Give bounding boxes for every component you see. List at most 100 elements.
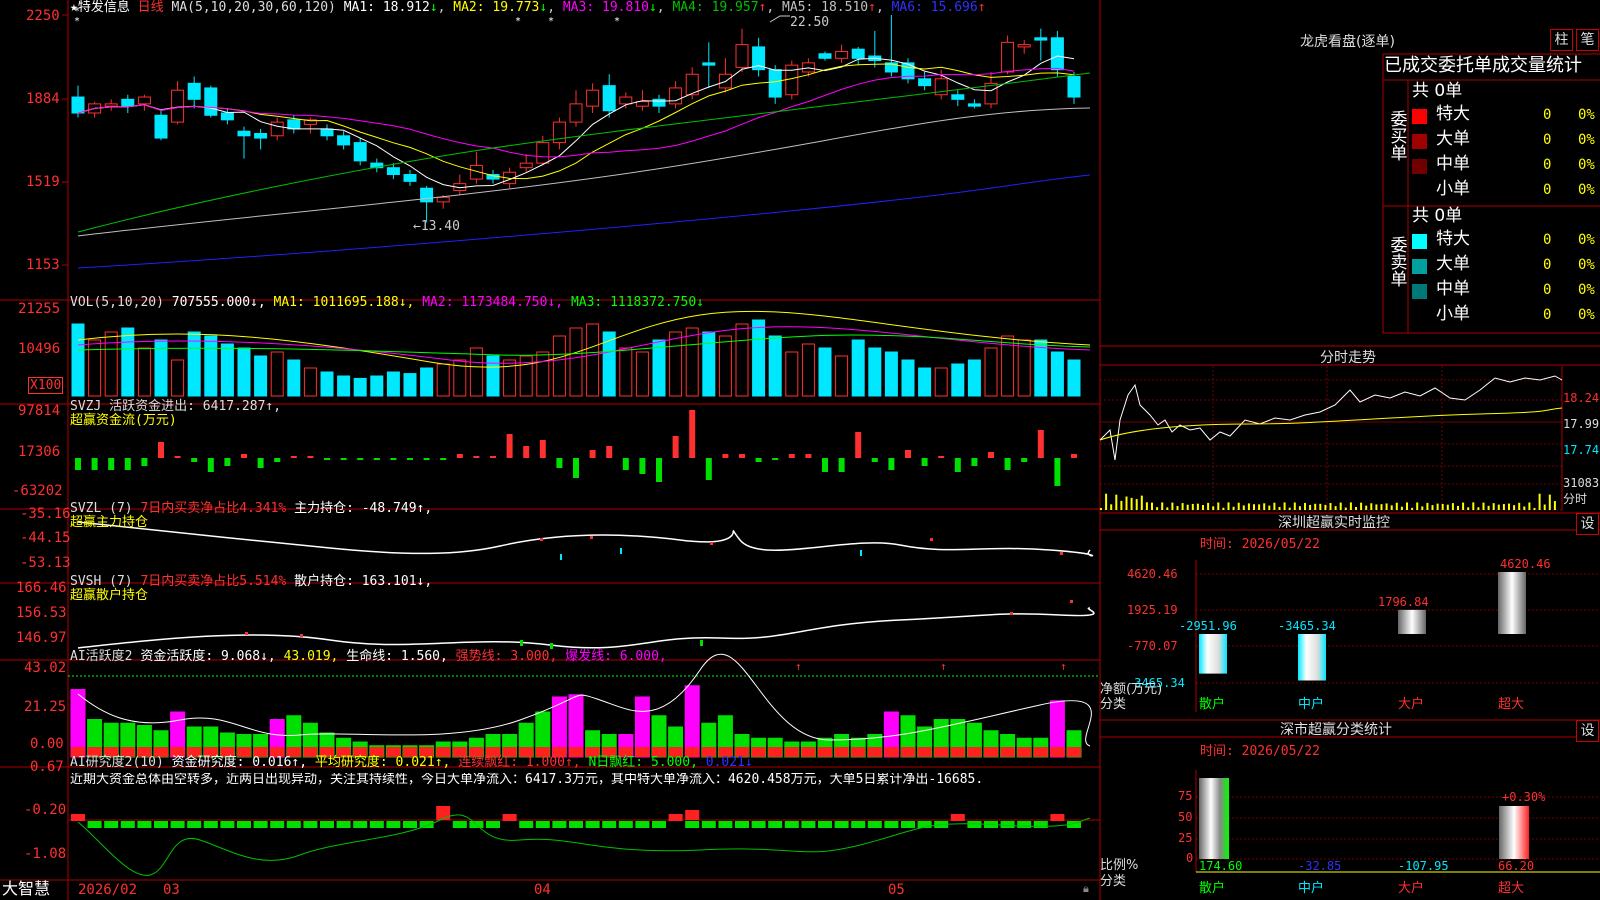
activity-base bbox=[851, 747, 866, 757]
buy-total: 共 0单 bbox=[1412, 81, 1463, 101]
y-tick: 0 bbox=[1186, 851, 1194, 865]
flow-bar bbox=[423, 458, 430, 460]
volume-bar bbox=[984, 347, 998, 397]
activity-base bbox=[1050, 747, 1065, 757]
candle-body bbox=[586, 89, 600, 107]
flow-bar bbox=[108, 458, 115, 470]
ma1-arrow: ↓ bbox=[429, 0, 438, 15]
volume-bar bbox=[88, 339, 102, 397]
activity-base bbox=[818, 747, 832, 757]
volume-bar bbox=[386, 371, 400, 397]
flow-bar bbox=[440, 458, 447, 460]
flow-bar bbox=[274, 458, 281, 462]
monitor-category: 大户 bbox=[1398, 697, 1425, 712]
flow-bar bbox=[822, 458, 828, 472]
research-bar bbox=[519, 821, 534, 828]
vol-header: VOL(5,10,20) 707555.000↓, MA1: 1011695.1… bbox=[70, 296, 704, 309]
air-nday: N日飘红: 5.000, bbox=[588, 755, 698, 770]
classify-settings-button[interactable]: 设 bbox=[1576, 720, 1599, 742]
period-label[interactable]: 日线 bbox=[138, 0, 164, 15]
research-bar bbox=[867, 821, 882, 828]
flow-bar bbox=[606, 446, 613, 458]
volume-bar bbox=[569, 327, 583, 397]
monitor-category: 散户 bbox=[1199, 697, 1226, 712]
monitor-category: 超大 bbox=[1498, 697, 1525, 712]
volume-bar bbox=[469, 347, 483, 397]
bar-mode-button[interactable]: 柱 bbox=[1550, 29, 1573, 51]
research-bar bbox=[203, 821, 218, 828]
dragon-header: 已成交委托单成交量统计 bbox=[1384, 55, 1582, 76]
flow-bar bbox=[1004, 458, 1011, 470]
intraday-volume-bar bbox=[1518, 502, 1521, 510]
row-count: 0 bbox=[1543, 107, 1552, 123]
flow-bar bbox=[739, 454, 745, 458]
monitor-settings-button[interactable]: 设 bbox=[1576, 513, 1599, 535]
vol-unit-button[interactable]: X100 bbox=[28, 377, 64, 394]
monitor-category: 中户 bbox=[1298, 697, 1325, 712]
y-tick: -1.08 bbox=[24, 846, 67, 862]
activity-base bbox=[884, 747, 899, 757]
research-bar bbox=[735, 821, 749, 828]
main-holding-line bbox=[77, 521, 1094, 557]
flow-bar bbox=[390, 458, 397, 460]
ai2-strong: 强势线: 3.000, bbox=[455, 649, 558, 664]
intraday-volume-bar bbox=[1502, 504, 1505, 510]
y-tick: 156.53 bbox=[16, 605, 67, 621]
row-count: 0 bbox=[1543, 232, 1552, 248]
y-tick: 21255 bbox=[18, 301, 61, 317]
research-bar bbox=[834, 821, 849, 828]
classify-category: 中户 bbox=[1298, 881, 1325, 896]
flow-bar bbox=[788, 454, 795, 458]
intraday-volume-bar bbox=[1355, 507, 1357, 510]
row-pct: 0% bbox=[1578, 157, 1595, 173]
candle-body bbox=[536, 142, 550, 164]
volume-bar bbox=[835, 355, 849, 397]
candle-body bbox=[569, 103, 583, 123]
volume-bar bbox=[436, 363, 450, 397]
row-color-swatch bbox=[1412, 134, 1427, 149]
research-bar bbox=[320, 821, 334, 828]
ma5-label: MA5: 18.510 bbox=[782, 0, 869, 15]
holding-marker bbox=[930, 538, 933, 541]
y-tick: 43.02 bbox=[24, 660, 67, 676]
intraday-volume-bar bbox=[1497, 504, 1500, 510]
flow-bar bbox=[1071, 454, 1077, 458]
intraday-volume-bar bbox=[1125, 496, 1128, 510]
intraday-volume-bar bbox=[1508, 503, 1510, 510]
volume-bar bbox=[220, 343, 234, 397]
monitor-value-label: -2951.96 bbox=[1179, 619, 1237, 633]
flow-bar bbox=[506, 434, 513, 458]
ma2-label: MA2: 19.773 bbox=[453, 0, 540, 15]
ma5-arrow: ↑ bbox=[868, 0, 876, 15]
intraday-volume-bar bbox=[1181, 503, 1184, 510]
y-tick: 4620.46 bbox=[1127, 567, 1178, 581]
research-bar bbox=[718, 821, 733, 828]
row-pct: 0% bbox=[1578, 257, 1595, 273]
holding-marker bbox=[540, 538, 543, 541]
intraday-volume-bar bbox=[1324, 504, 1327, 510]
research-bar bbox=[618, 821, 633, 828]
flow-bar bbox=[1037, 430, 1044, 458]
high-pointer bbox=[769, 15, 790, 23]
intraday-volume-bar bbox=[1314, 503, 1317, 510]
flow-bar bbox=[1021, 458, 1028, 462]
row-pct: 0% bbox=[1578, 307, 1595, 323]
intraday-volume-bar bbox=[1227, 502, 1230, 510]
sell-side-label: 委卖单 bbox=[1386, 236, 1407, 287]
research-bar bbox=[486, 821, 500, 828]
intraday-volume-bar bbox=[1319, 503, 1322, 510]
monitor-time: 时间: 2026/05/22 bbox=[1200, 537, 1320, 552]
activity-base bbox=[834, 747, 849, 757]
air-title: AI研究度2(10) bbox=[70, 755, 164, 770]
volume-bar bbox=[171, 359, 185, 397]
research-bar bbox=[884, 821, 899, 828]
activity-base bbox=[984, 747, 998, 757]
y-tick: 2250 bbox=[26, 8, 60, 24]
svsh-subtitle: 超赢散户持仓 bbox=[70, 588, 149, 603]
research-bar bbox=[784, 821, 799, 828]
ma4-label: MA4: 19.957 bbox=[672, 0, 759, 15]
flow-bar bbox=[257, 458, 264, 468]
pen-mode-button[interactable]: 笔 bbox=[1576, 29, 1599, 51]
vol-ma1: MA1: 1011695.188↓, bbox=[273, 295, 415, 310]
volume-bar bbox=[768, 335, 782, 397]
